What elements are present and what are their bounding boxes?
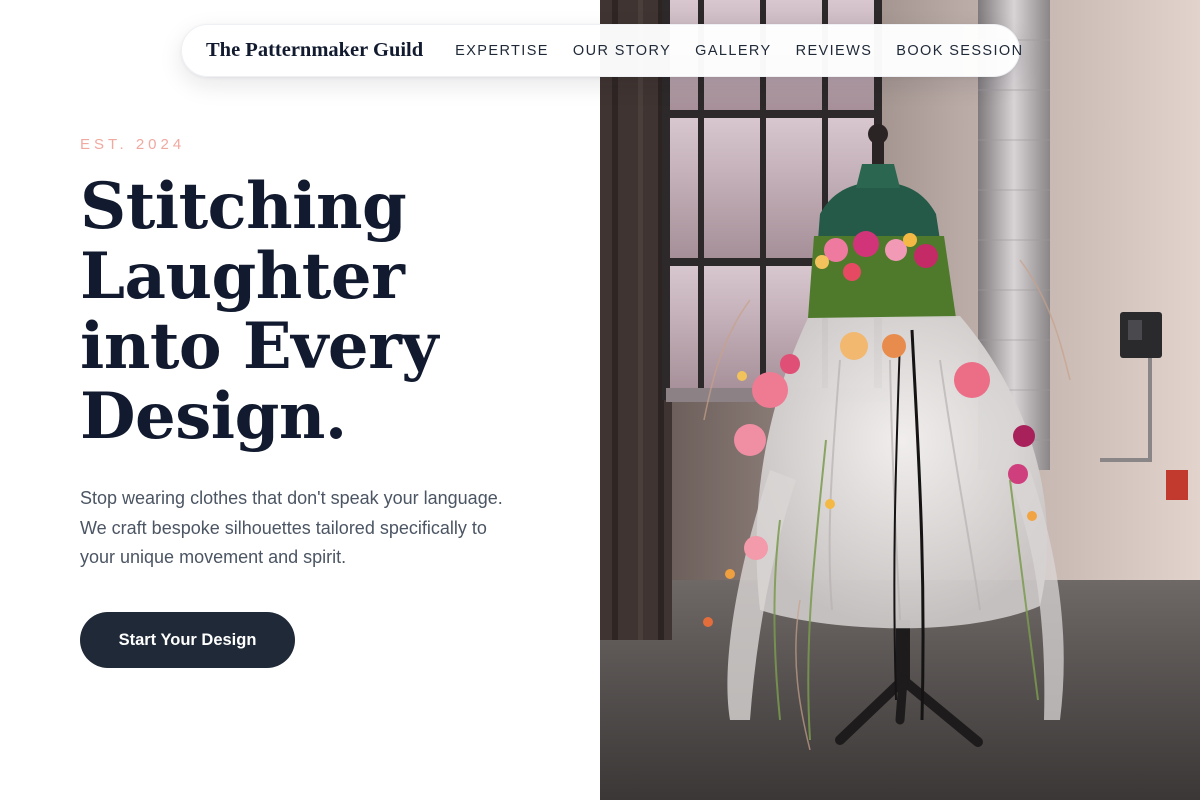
- headline-line: Stitching: [80, 169, 407, 244]
- top-navigation: The Patternmaker Guild EXPERTISE OUR STO…: [181, 24, 1023, 77]
- headline-line: Design.: [80, 379, 347, 454]
- headline-line: Laughter: [80, 239, 405, 314]
- hero-copy: EST. 2024 Stitching Laughter into Every …: [0, 0, 600, 800]
- hero-image: [600, 0, 1200, 800]
- established-label: EST. 2024: [80, 136, 186, 153]
- brand-logo[interactable]: The Patternmaker Guild: [206, 39, 423, 62]
- nav-link-expertise[interactable]: EXPERTISE: [455, 43, 549, 59]
- page: EST. 2024 Stitching Laughter into Every …: [0, 0, 1200, 800]
- nav-link-reviews[interactable]: REVIEWS: [796, 43, 873, 59]
- nav-links: EXPERTISE OUR STORY GALLERY REVIEWS BOOK…: [455, 43, 1023, 59]
- nav-link-book-session[interactable]: BOOK SESSION: [896, 43, 1023, 59]
- hero-subcopy: Stop wearing clothes that don't speak yo…: [80, 488, 503, 567]
- nav-link-gallery[interactable]: GALLERY: [695, 43, 771, 59]
- headline-line: into Every: [80, 309, 438, 384]
- nav-link-our-story[interactable]: OUR STORY: [573, 43, 671, 59]
- start-design-button[interactable]: Start Your Design: [80, 612, 295, 668]
- hero-headline: Stitching Laughter into Every Design.: [80, 172, 580, 452]
- dress-form-photo: [600, 0, 1200, 800]
